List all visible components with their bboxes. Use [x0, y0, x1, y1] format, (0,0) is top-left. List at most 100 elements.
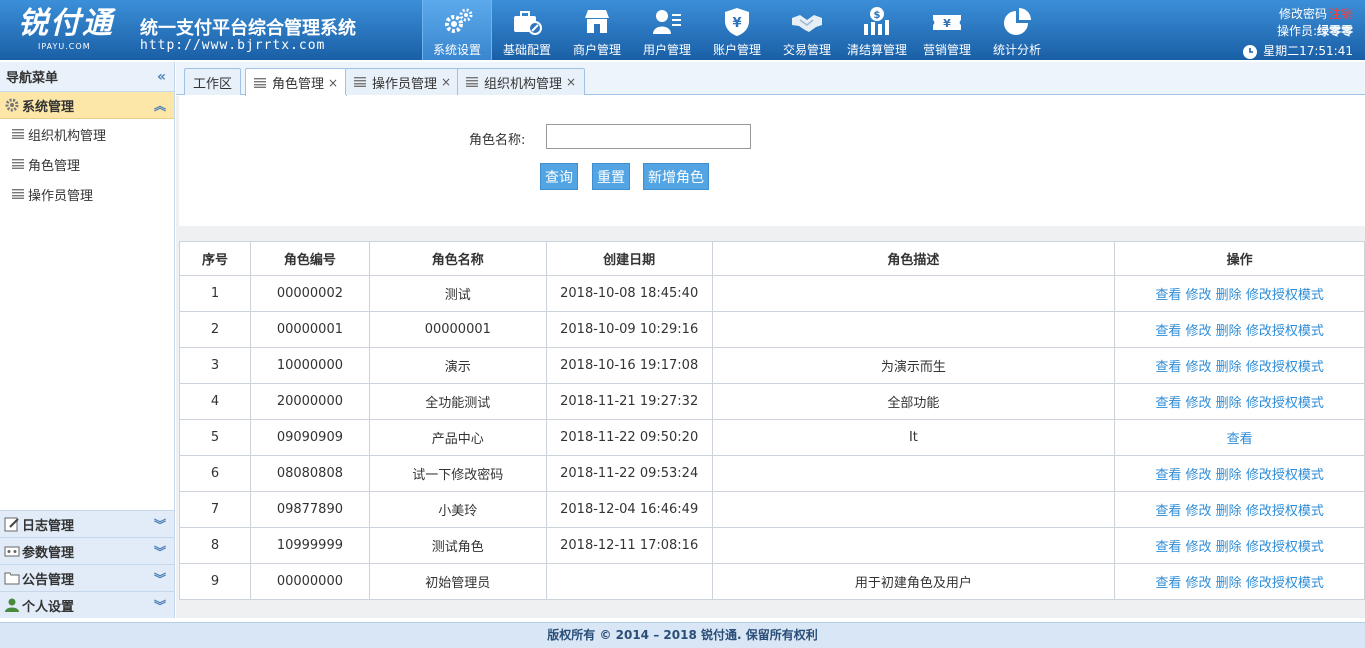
view-link[interactable]: 查看 [1155, 288, 1181, 303]
view-link[interactable]: 查看 [1155, 360, 1181, 375]
edit-link[interactable]: 修改 [1186, 396, 1212, 411]
nav-marketing[interactable]: ¥ 营销管理 [912, 0, 982, 60]
nav-account[interactable]: ¥ 账户管理 [702, 0, 772, 60]
created-date: 2018-10-16 19:17:08 [545, 347, 713, 384]
sidebar-group-system[interactable]: 系统管理 ︽ [0, 92, 174, 119]
role-code: 10999999 [249, 527, 370, 564]
user-card-icon [653, 10, 681, 34]
edit-link[interactable]: 修改 [1186, 288, 1212, 303]
delete-link[interactable]: 删除 [1216, 540, 1242, 555]
top-header: 锐付通 IPAYU.COM 统一支付平台综合管理系统 http://www.bj… [0, 0, 1365, 60]
edit-auth-mode-link[interactable]: 修改授权模式 [1246, 504, 1324, 519]
edit-auth-mode-link[interactable]: 修改授权模式 [1246, 324, 1324, 339]
top-nav: 系统设置 基础配置 商户管理 用户管理 ¥ 账户管理 交易管理 $ 清结算管理 … [422, 0, 1052, 60]
list-icon [12, 129, 24, 139]
sidebar-title: 导航菜单 [6, 71, 59, 86]
sidebar-group-params[interactable]: 参数管理 ︾ [0, 537, 174, 564]
nav-user[interactable]: 用户管理 [632, 0, 702, 60]
chevron-down-icon: ︾ [153, 571, 166, 586]
tab-label: 组织机构管理 [484, 76, 563, 92]
sidebar-header: 导航菜单 « [0, 62, 174, 92]
created-date: 2018-10-08 18:45:40 [545, 275, 713, 312]
view-link[interactable]: 查看 [1155, 504, 1181, 519]
row-actions: 查看 [1114, 419, 1365, 456]
role-code: 09090909 [249, 419, 370, 456]
add-role-button[interactable]: 新增角色 [643, 163, 709, 190]
view-link[interactable]: 查看 [1155, 576, 1181, 591]
edit-auth-mode-link[interactable]: 修改授权模式 [1246, 396, 1324, 411]
change-password-link[interactable]: 修改密码 [1279, 7, 1327, 21]
role-code: 00000001 [249, 311, 370, 348]
edit-link[interactable]: 修改 [1186, 360, 1212, 375]
edit-auth-mode-link[interactable]: 修改授权模式 [1246, 576, 1324, 591]
edit-auth-mode-link[interactable]: 修改授权模式 [1246, 360, 1324, 375]
query-button[interactable]: 查询 [540, 163, 578, 190]
row-actions: 查看 修改 删除 修改授权模式 [1114, 275, 1365, 312]
row-number: 9 [179, 563, 251, 600]
role-description [711, 275, 1116, 312]
close-icon[interactable]: × [441, 75, 451, 89]
sidebar-collapsed-groups: 日志管理 ︾ 参数管理 ︾ 公告管理 ︾ 个人设置 ︾ [0, 510, 174, 618]
sidebar-group-log[interactable]: 日志管理 ︾ [0, 510, 174, 537]
logout-link[interactable]: 注销 [1329, 7, 1353, 21]
sidebar-item-label: 角色管理 [28, 158, 81, 174]
close-icon[interactable]: × [328, 76, 338, 90]
sidebar-group-label: 公告管理 [22, 572, 75, 588]
view-link[interactable]: 查看 [1227, 432, 1253, 447]
table-row: 1 00000002 测试 2018-10-08 18:45:40 查看 修改 删除 修… [179, 275, 1365, 312]
view-link[interactable]: 查看 [1155, 324, 1181, 339]
edit-link[interactable]: 修改 [1186, 504, 1212, 519]
view-link[interactable]: 查看 [1155, 396, 1181, 411]
nav-basic-config[interactable]: 基础配置 [492, 0, 562, 60]
delete-link[interactable]: 删除 [1216, 468, 1242, 483]
row-actions: 查看 修改 删除 修改授权模式 [1114, 455, 1365, 492]
row-actions: 查看 修改 删除 修改授权模式 [1114, 347, 1365, 384]
role-name-input[interactable] [546, 124, 751, 149]
delete-link[interactable]: 删除 [1216, 396, 1242, 411]
nav-system-settings[interactable]: 系统设置 [422, 0, 492, 60]
role-name: 全功能测试 [368, 383, 547, 420]
reset-button[interactable]: 重置 [592, 163, 630, 190]
role-name: 测试 [368, 275, 547, 312]
tab-label: 角色管理 [272, 77, 325, 92]
table-row: 2 00000001 00000001 2018-10-09 10:29:16 查看 修… [179, 311, 1365, 348]
edit-link[interactable]: 修改 [1186, 468, 1212, 483]
sidebar-group-label: 系统管理 [22, 99, 75, 115]
nav-settlement[interactable]: $ 清结算管理 [842, 0, 912, 60]
delete-link[interactable]: 删除 [1216, 324, 1242, 339]
sidebar-item-operator[interactable]: 操作员管理 [0, 179, 174, 209]
sidebar-group-personal[interactable]: 个人设置 ︾ [0, 591, 174, 618]
edit-icon [4, 517, 19, 532]
sidebar-group-notice[interactable]: 公告管理 ︾ [0, 564, 174, 591]
tab-operator-management[interactable]: 操作员管理 × [345, 68, 461, 95]
created-date: 2018-11-22 09:53:24 [545, 455, 713, 492]
delete-link[interactable]: 删除 [1216, 576, 1242, 591]
delete-link[interactable]: 删除 [1216, 504, 1242, 519]
view-link[interactable]: 查看 [1155, 540, 1181, 555]
nav-merchant[interactable]: 商户管理 [562, 0, 632, 60]
col-header: 序号 [179, 241, 251, 276]
sidebar-item-role[interactable]: 角色管理 [0, 149, 174, 179]
sidebar-item-org[interactable]: 组织机构管理 [0, 119, 174, 149]
close-icon[interactable]: × [566, 75, 576, 89]
view-link[interactable]: 查看 [1155, 468, 1181, 483]
table-row: 9 00000000 初始管理员 用于初建角色及用户 查看 修改 删除 修改授权模式 [179, 563, 1365, 600]
row-number: 5 [179, 419, 251, 456]
sidebar-collapse-icon[interactable]: « [157, 69, 166, 85]
edit-auth-mode-link[interactable]: 修改授权模式 [1246, 288, 1324, 303]
edit-auth-mode-link[interactable]: 修改授权模式 [1246, 540, 1324, 555]
nav-trade[interactable]: 交易管理 [772, 0, 842, 60]
delete-link[interactable]: 删除 [1216, 360, 1242, 375]
edit-link[interactable]: 修改 [1186, 576, 1212, 591]
edit-link[interactable]: 修改 [1186, 540, 1212, 555]
row-number: 7 [179, 491, 251, 528]
nav-statistics[interactable]: 统计分析 [982, 0, 1052, 60]
user-info: 修改密码 注销 操作员:绿零零 星期二17:51:41 [1242, 6, 1353, 60]
edit-link[interactable]: 修改 [1186, 324, 1212, 339]
tab-role-management[interactable]: 角色管理 × [245, 68, 348, 96]
tab-workspace[interactable]: 工作区 [184, 68, 242, 95]
edit-auth-mode-link[interactable]: 修改授权模式 [1246, 468, 1324, 483]
tab-org-management[interactable]: 组织机构管理 × [457, 68, 586, 95]
delete-link[interactable]: 删除 [1216, 288, 1242, 303]
params-icon [4, 546, 20, 557]
